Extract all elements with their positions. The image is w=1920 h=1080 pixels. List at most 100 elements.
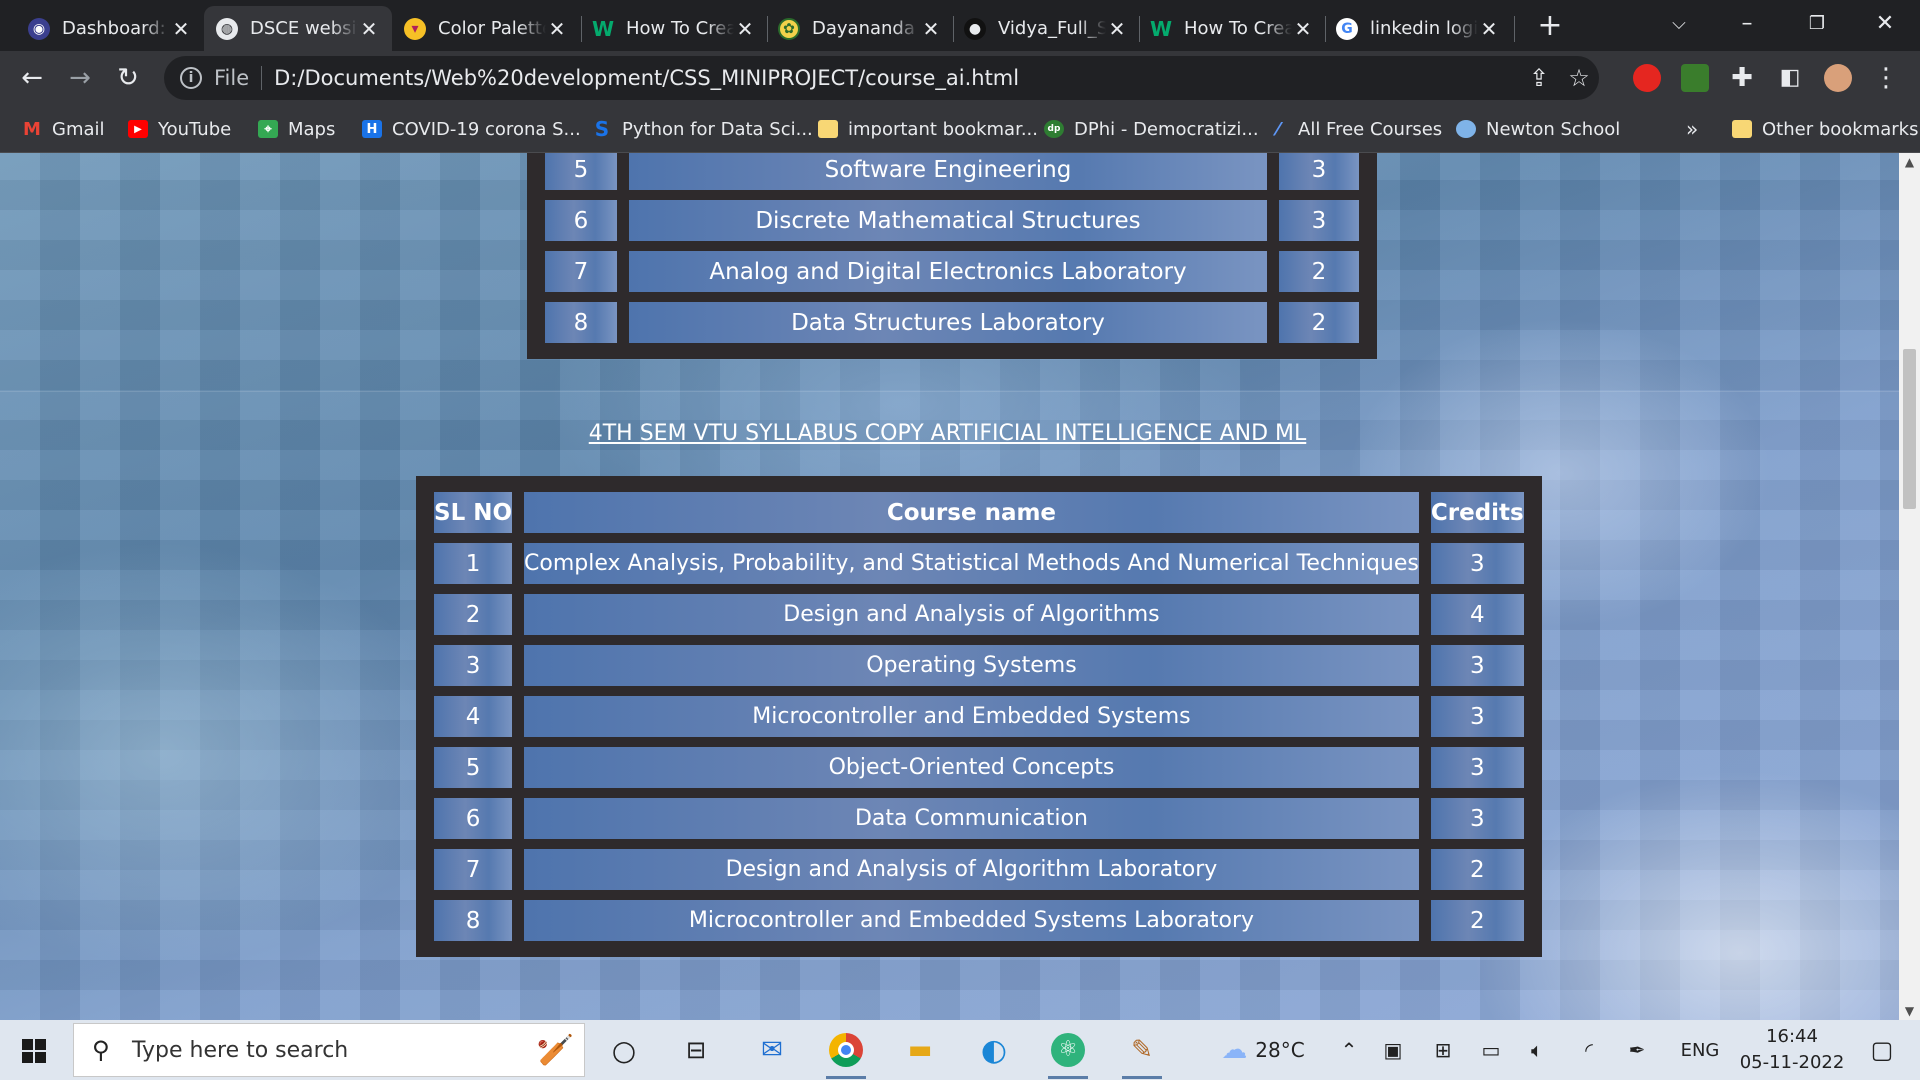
battery-icon[interactable]: ▭ [1476,1034,1506,1066]
meet-now-icon[interactable]: ▣ [1378,1034,1408,1066]
weather-widget[interactable]: ☁ 28°C [1198,1034,1328,1066]
scrollbar-thumb[interactable] [1903,349,1916,509]
adblock-extension-icon[interactable] [1633,64,1661,92]
profile-avatar[interactable] [1824,64,1852,92]
course-name-cell: Object-Oriented Concepts [524,747,1419,788]
back-arrow-icon[interactable]: ← [14,60,50,96]
covid-icon: H [362,120,382,138]
bookmark-star-icon[interactable]: ☆ [1559,64,1599,92]
windows-start-icon[interactable] [12,1032,58,1068]
paint-app-icon[interactable]: ✎ [1120,1028,1164,1079]
notifications-icon[interactable]: ▢ [1862,1034,1902,1066]
url-text[interactable]: D:/Documents/Web%20development/CSS_MINIP… [274,66,1519,90]
bookmark-gmail[interactable]: M Gmail [22,115,104,143]
table-row: 4 Microcontroller and Embedded Systems 3 [434,696,1524,737]
extensions-puzzle-icon[interactable]: ✚ [1724,60,1760,96]
tab-color-palette[interactable]: ▾ Color Palette Generator ✕ [392,6,580,51]
credits-cell: 3 [1279,200,1359,241]
taskbar-search-box[interactable]: ⚲ Type here to search 🏏 [73,1023,585,1077]
new-tab-button[interactable]: + [1532,8,1568,44]
sl-no-cell: 6 [545,200,617,241]
bookmark-newton-school[interactable]: Newton School [1456,115,1620,143]
close-tab-icon[interactable]: ✕ [920,17,942,41]
tab-dashboard[interactable]: ◉ Dashboard: Home ✕ [16,6,204,51]
close-tab-icon[interactable]: ✕ [546,17,568,41]
bookmark-covid[interactable]: H COVID-19 corona S... [362,115,581,143]
tab-separator [1514,16,1515,42]
tree-extension-icon[interactable] [1681,64,1709,92]
minimize-button[interactable]: – [1724,6,1770,42]
chrome-app-icon[interactable] [824,1028,868,1079]
tab-search-chevron-icon[interactable]: ⌵ [1656,6,1702,42]
course-name-cell: Analog and Digital Electronics Laborator… [629,251,1267,292]
tab-title: Color Palette Generator [438,18,546,39]
close-tab-icon[interactable]: ✕ [1292,17,1314,41]
course-name-cell: Design and Analysis of Algorithm Laborat… [524,849,1419,890]
tab-how-to-create-2[interactable]: W How To Create ✕ [1138,6,1326,51]
volume-icon[interactable]: 🔈︎ [1522,1034,1552,1066]
credits-cell: 3 [1279,153,1359,190]
table-row: 6 Data Communication 3 [434,798,1524,839]
tab-linkedin-login[interactable]: G linkedin login ✕ [1324,6,1512,51]
display-icon[interactable]: ⊞ [1428,1034,1458,1066]
bookmark-python[interactable]: S Python for Data Sci... [592,115,813,143]
windows-taskbar: ⚲ Type here to search 🏏 ○ ⊟ ✉ ▬ ◐ ⚛ ✎ ☁ … [0,1020,1920,1080]
close-tab-icon[interactable]: ✕ [358,17,380,41]
tab-how-to-create-1[interactable]: W How To Create ✕ [580,6,768,51]
clock-widget[interactable]: 16:44 05-11-2022 [1732,1023,1852,1077]
tab-title: linkedin login [1370,18,1478,39]
course-name-cell: Microcontroller and Embedded Systems [524,696,1419,737]
maps-icon: ⌖ [258,120,278,138]
tab-dayananda[interactable]: ✿ Dayananda Sagar ✕ [766,6,954,51]
sem4-course-table: SL NO Course name Credits 1 Complex Anal… [416,476,1542,957]
other-bookmarks-folder[interactable]: Other bookmarks [1732,115,1918,143]
credits-header: Credits [1430,492,1524,533]
forward-arrow-icon[interactable]: → [62,60,98,96]
share-icon[interactable]: ⇪ [1519,64,1559,92]
scroll-up-arrow-icon[interactable]: ▲ [1899,153,1920,171]
site-info-icon[interactable]: i [180,67,202,89]
wifi-icon[interactable]: ◜ [1574,1034,1604,1066]
page-scrollbar[interactable]: ▲ ▼ [1899,153,1920,1020]
bookmark-label: Python for Data Sci... [622,118,813,140]
bookmark-label: Other bookmarks [1762,118,1919,140]
credits-cell: 3 [1430,543,1524,584]
bookmark-important-folder[interactable]: important bookmar... [818,115,1038,143]
course-name-cell: Complex Analysis, Probability, and Stati… [524,543,1419,584]
task-view-icon[interactable]: ⊟ [674,1028,718,1072]
scroll-down-arrow-icon[interactable]: ▼ [1899,1002,1920,1020]
credits-cell: 3 [1430,696,1524,737]
bookmark-youtube[interactable]: ▶ YouTube [128,115,231,143]
edge-browser-icon[interactable]: ◐ [972,1028,1016,1072]
bookmarks-overflow-chevron[interactable]: » [1686,115,1698,143]
mail-app-icon[interactable]: ✉ [750,1028,794,1072]
address-bar[interactable]: i File D:/Documents/Web%20development/CS… [164,56,1599,100]
bookmark-maps[interactable]: ⌖ Maps [258,115,335,143]
file-explorer-icon[interactable]: ▬ [898,1028,942,1072]
restore-button[interactable]: ❐ [1794,6,1840,42]
tab-vidya-full-stack[interactable]: ● Vidya_Full_Stack ✕ [952,6,1140,51]
close-tab-icon[interactable]: ✕ [1478,17,1500,41]
menu-kebab-icon[interactable]: ⋮ [1868,60,1904,96]
newton-icon [1456,120,1476,138]
bookmark-label: COVID-19 corona S... [392,118,581,140]
bookmark-dphi[interactable]: dp DPhi - Democratizi... [1044,115,1259,143]
reload-icon[interactable]: ↻ [110,60,146,96]
close-window-button[interactable]: ✕ [1862,6,1908,42]
close-tab-icon[interactable]: ✕ [170,17,192,41]
side-panel-icon[interactable]: ◧ [1772,60,1808,96]
show-hidden-icons-chevron[interactable]: ⌃ [1334,1034,1364,1066]
sem4-aiml-syllabus-link[interactable]: 4TH SEM VTU SYLLABUS COPY ARTIFICIAL INT… [0,421,1895,446]
close-tab-icon[interactable]: ✕ [1106,17,1128,41]
close-tab-icon[interactable]: ✕ [734,17,756,41]
pen-icon[interactable]: ✒ [1622,1034,1652,1066]
url-scheme-label: File [214,66,250,90]
page-viewport: 5 Software Engineering 3 6 Discrete Math… [0,153,1899,1020]
atom-editor-icon[interactable]: ⚛ [1046,1028,1090,1079]
sl-no-cell: 8 [545,302,617,343]
bookmark-label: DPhi - Democratizi... [1074,118,1259,140]
tab-dsce-website[interactable]: ◍ DSCE website ✕ [204,6,392,51]
bookmark-all-free-courses[interactable]: ⁄ All Free Courses [1268,115,1442,143]
cortana-circle-icon[interactable]: ○ [602,1028,646,1072]
language-indicator[interactable]: ENG [1668,1034,1732,1066]
